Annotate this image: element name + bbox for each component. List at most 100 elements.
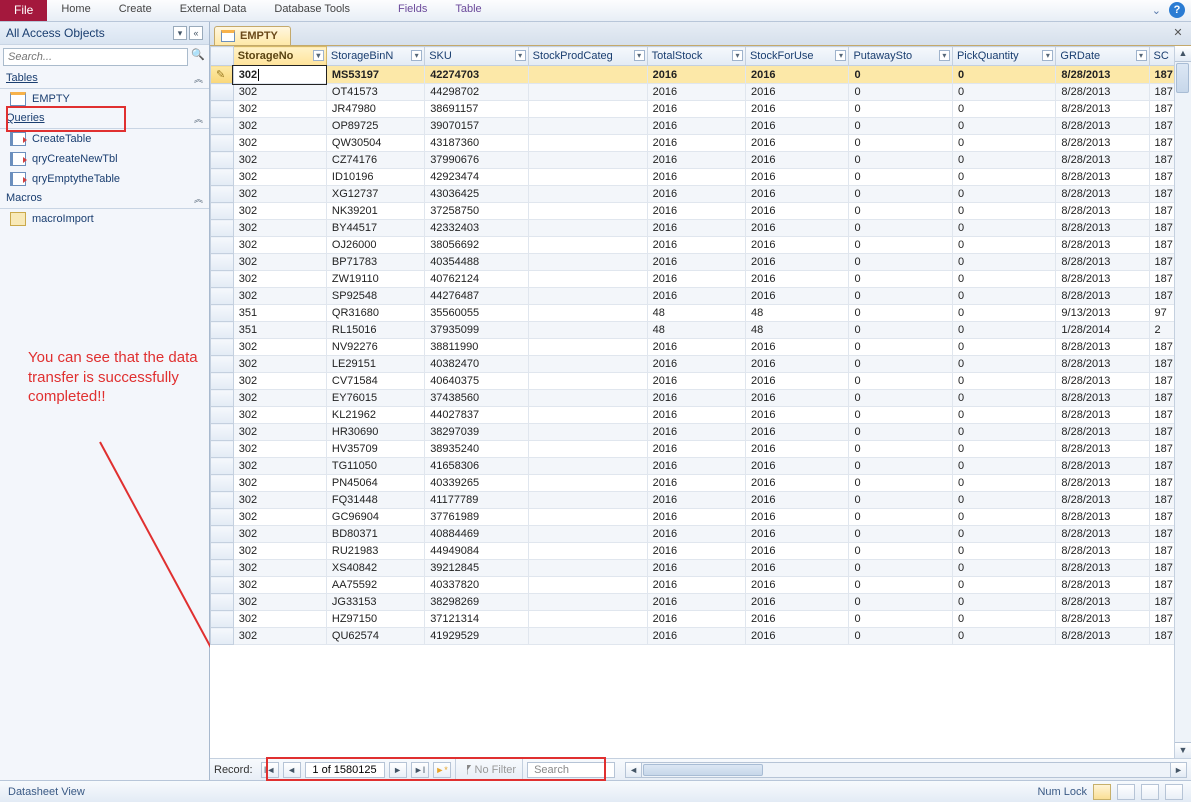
cell[interactable]: 38056692 [425, 237, 528, 254]
table-row[interactable]: 302NV922763881199020162016008/28/2013187 [211, 339, 1191, 356]
cell[interactable]: FQ31448 [326, 492, 424, 509]
cell[interactable]: 2016 [745, 186, 848, 203]
no-filter-indicator[interactable]: No Filter [455, 759, 524, 780]
row-selector[interactable] [211, 577, 234, 594]
cell[interactable]: 0 [849, 424, 952, 441]
cell[interactable]: 2016 [745, 339, 848, 356]
table-row[interactable]: 302PN450644033926520162016008/28/2013187 [211, 475, 1191, 492]
menu-database-tools[interactable]: Database Tools [260, 0, 364, 21]
cell[interactable] [528, 611, 647, 628]
column-header-putawaysto[interactable]: PutawaySto▾ [849, 47, 952, 66]
cell[interactable]: 8/28/2013 [1056, 186, 1149, 203]
cell[interactable]: 302 [233, 424, 326, 441]
cell[interactable]: ZW19110 [326, 271, 424, 288]
cell[interactable]: 2016 [647, 254, 745, 271]
row-selector[interactable] [211, 560, 234, 577]
cell[interactable]: 8/28/2013 [1056, 526, 1149, 543]
cell[interactable] [528, 305, 647, 322]
row-selector[interactable] [211, 152, 234, 169]
view-button-4[interactable] [1165, 784, 1183, 800]
cell[interactable]: 0 [952, 611, 1055, 628]
cell[interactable]: 0 [952, 84, 1055, 101]
cell[interactable]: 37990676 [425, 152, 528, 169]
cell[interactable]: 302 [233, 66, 326, 84]
vertical-scrollbar[interactable]: ▲ ▼ [1174, 46, 1191, 758]
cell[interactable]: 0 [849, 373, 952, 390]
menu-fields[interactable]: Fields [384, 0, 441, 21]
cell[interactable] [528, 288, 647, 305]
cell[interactable]: 2016 [745, 169, 848, 186]
cell[interactable]: RU21983 [326, 543, 424, 560]
cell[interactable]: 302 [233, 475, 326, 492]
row-selector[interactable] [211, 611, 234, 628]
cell[interactable]: 302 [233, 526, 326, 543]
cell[interactable]: 302 [233, 186, 326, 203]
cell[interactable]: 48 [647, 305, 745, 322]
cell[interactable] [528, 526, 647, 543]
cell[interactable]: MS53197 [326, 66, 424, 84]
cell[interactable]: 2016 [647, 220, 745, 237]
cell[interactable]: GC96904 [326, 509, 424, 526]
cell[interactable]: 8/28/2013 [1056, 594, 1149, 611]
column-header-grdate[interactable]: GRDate▾ [1056, 47, 1149, 66]
cell[interactable]: 8/28/2013 [1056, 152, 1149, 169]
cell[interactable]: 44027837 [425, 407, 528, 424]
record-position[interactable]: 1 of 1580125 [305, 762, 385, 778]
row-selector[interactable] [211, 458, 234, 475]
cell[interactable]: 2016 [745, 560, 848, 577]
cell[interactable]: 41929529 [425, 628, 528, 645]
cell[interactable]: 0 [952, 339, 1055, 356]
cell[interactable]: 40762124 [425, 271, 528, 288]
table-row[interactable]: 302NK392013725875020162016008/28/2013187 [211, 203, 1191, 220]
cell[interactable]: 2016 [745, 594, 848, 611]
cell[interactable]: 0 [849, 509, 952, 526]
cell[interactable]: CV71584 [326, 373, 424, 390]
cell[interactable]: 9/13/2013 [1056, 305, 1149, 322]
tab-empty[interactable]: EMPTY [214, 26, 291, 45]
cell[interactable]: 0 [952, 152, 1055, 169]
cell[interactable]: 2016 [647, 169, 745, 186]
cell[interactable]: 39212845 [425, 560, 528, 577]
cell[interactable] [528, 509, 647, 526]
column-header-stockforuse[interactable]: StockForUse▾ [745, 47, 848, 66]
cell[interactable]: 0 [952, 288, 1055, 305]
cell[interactable]: 8/28/2013 [1056, 271, 1149, 288]
help-icon[interactable]: ? [1169, 2, 1185, 18]
cell[interactable]: 39070157 [425, 118, 528, 135]
cell[interactable]: 0 [849, 220, 952, 237]
cell[interactable]: 8/28/2013 [1056, 560, 1149, 577]
cell[interactable]: BD80371 [326, 526, 424, 543]
table-row[interactable]: 302BY445174233240320162016008/28/2013187 [211, 220, 1191, 237]
row-selector[interactable] [211, 475, 234, 492]
cell[interactable]: 0 [952, 271, 1055, 288]
cell[interactable]: JR47980 [326, 101, 424, 118]
cell[interactable] [528, 169, 647, 186]
cell[interactable]: 0 [849, 118, 952, 135]
cell[interactable]: 40354488 [425, 254, 528, 271]
table-row[interactable]: 302HR306903829703920162016008/28/2013187 [211, 424, 1191, 441]
cell[interactable]: 0 [952, 203, 1055, 220]
cell[interactable]: 8/28/2013 [1056, 492, 1149, 509]
row-selector[interactable]: ✎ [211, 66, 234, 84]
cell[interactable]: 0 [952, 322, 1055, 339]
cell[interactable]: 44276487 [425, 288, 528, 305]
cell[interactable]: 302 [233, 237, 326, 254]
cell[interactable]: 0 [849, 407, 952, 424]
cell[interactable]: 2016 [647, 526, 745, 543]
cell[interactable]: 2016 [745, 407, 848, 424]
row-selector[interactable] [211, 84, 234, 101]
group-macros[interactable]: Macros [6, 192, 42, 205]
table-row[interactable]: 302LE291514038247020162016008/28/2013187 [211, 356, 1191, 373]
cell[interactable]: 2016 [647, 560, 745, 577]
table-row[interactable]: 302ID101964292347420162016008/28/2013187 [211, 169, 1191, 186]
datasheet-grid[interactable]: StorageNo▾StorageBinN▾SKU▾StockProdCateg… [210, 46, 1191, 645]
cell[interactable]: 302 [233, 458, 326, 475]
cell[interactable] [528, 118, 647, 135]
cell[interactable]: QW30504 [326, 135, 424, 152]
cell[interactable]: QU62574 [326, 628, 424, 645]
cell[interactable]: RL15016 [326, 322, 424, 339]
cell[interactable] [528, 407, 647, 424]
cell[interactable]: PN45064 [326, 475, 424, 492]
cell[interactable] [528, 458, 647, 475]
cell[interactable]: 0 [952, 356, 1055, 373]
